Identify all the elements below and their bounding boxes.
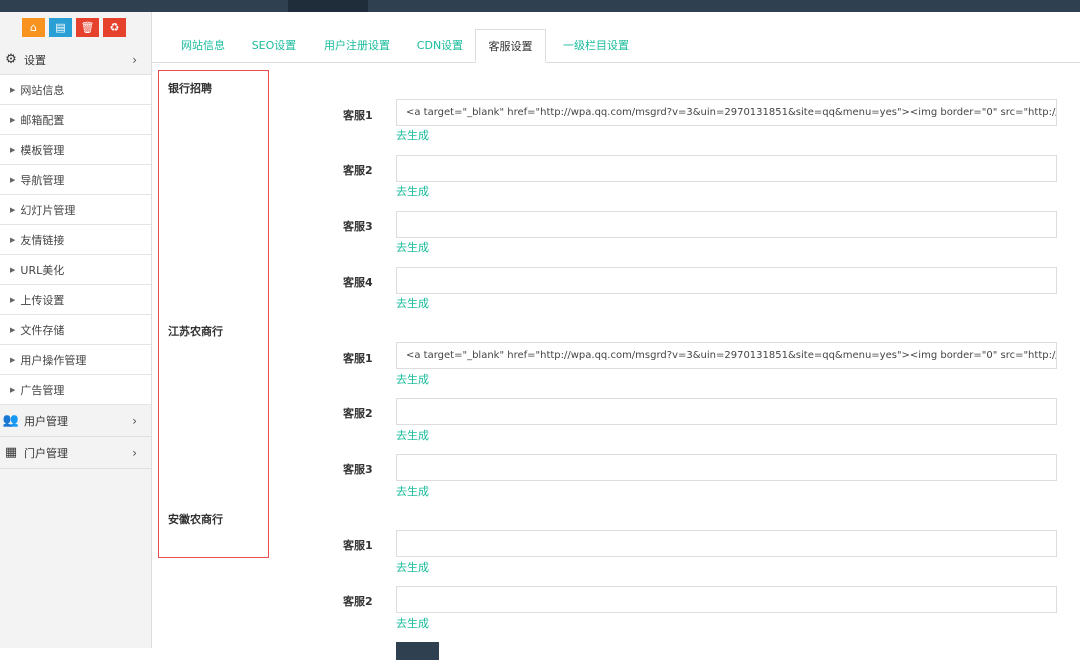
sidebar-item-mail-config[interactable]: ▶ 邮箱配置 <box>0 105 151 135</box>
sidebar-item-navigation[interactable]: ▶ 导航管理 <box>0 165 151 195</box>
sidebar-settings-label: 设置 <box>24 53 46 67</box>
service-code-input[interactable] <box>396 155 1057 182</box>
service-code-input[interactable] <box>396 530 1057 557</box>
generate-link[interactable]: 去生成 <box>396 295 429 311</box>
sidebar-portal-header[interactable]: ▦ 门户管理 › <box>0 437 151 469</box>
generate-link[interactable]: 去生成 <box>396 371 429 387</box>
caret-right-icon: ▶ <box>10 145 16 154</box>
field-label: 客服4 <box>343 276 373 289</box>
sidebar-item-friend-links[interactable]: ▶ 友情链接 <box>0 225 151 255</box>
tab-seo[interactable]: SEO设置 <box>246 29 302 63</box>
recycle-icon[interactable]: ♻ <box>103 18 126 37</box>
sidebar-item-label: URL美化 <box>20 263 65 277</box>
grid-icon: ▦ <box>4 445 18 460</box>
trash-icon[interactable]: 🗑 <box>76 18 99 37</box>
field-label: 客服1 <box>343 109 373 122</box>
caret-right-icon: ▶ <box>10 175 16 184</box>
group-title: 江苏农商行 <box>168 325 223 338</box>
field-label: 客服2 <box>343 164 373 177</box>
group-title: 银行招聘 <box>168 82 212 95</box>
sidebar-item-label: 邮箱配置 <box>20 113 65 127</box>
generate-link[interactable]: 去生成 <box>396 427 429 443</box>
caret-right-icon: ▶ <box>10 115 16 124</box>
sidebar-item-label: 友情链接 <box>20 233 65 247</box>
service-code-input[interactable]: <a target="_blank" href="http://wpa.qq.c… <box>396 99 1057 126</box>
tab-site-info[interactable]: 网站信息 <box>172 29 234 63</box>
sidebar-item-slideshow[interactable]: ▶ 幻灯片管理 <box>0 195 151 225</box>
highlight-box <box>158 70 269 558</box>
sidebar: ⌂ ▤ 🗑 ♻ ⚙ 设置 › ▶ 网站信息 ▶ 邮箱配置 ▶ 模板管理 ▶ 导航管理 ▶… <box>0 12 152 648</box>
sidebar-item-upload-settings[interactable]: ▶ 上传设置 <box>0 285 151 315</box>
caret-right-icon: ▶ <box>10 385 16 394</box>
gears-icon: ⚙ <box>5 52 17 67</box>
sidebar-settings-header[interactable]: ⚙ 设置 › <box>0 45 151 75</box>
settings-tabs: 网站信息 SEO设置 用户注册设置 CDN设置 客服设置 一级栏目设置 <box>152 29 1080 63</box>
sidebar-item-label: 导航管理 <box>20 173 65 187</box>
field-label: 客服1 <box>343 352 373 365</box>
sidebar-users-header[interactable]: 👥 用户管理 › <box>0 405 151 437</box>
top-nav-active-tab[interactable] <box>288 0 368 12</box>
generate-link[interactable]: 去生成 <box>396 559 429 575</box>
caret-right-icon: ▶ <box>10 205 16 214</box>
sidebar-portal-label: 门户管理 <box>24 446 68 460</box>
service-code-input[interactable] <box>396 267 1057 294</box>
main-content: 网站信息 SEO设置 用户注册设置 CDN设置 客服设置 一级栏目设置 银行招聘… <box>152 12 1080 660</box>
sidebar-item-label: 用户操作管理 <box>20 353 87 367</box>
field-label: 客服2 <box>343 407 373 420</box>
sidebar-item-file-storage[interactable]: ▶ 文件存储 <box>0 315 151 345</box>
field-label: 客服2 <box>343 595 373 608</box>
service-code-input[interactable]: <a target="_blank" href="http://wpa.qq.c… <box>396 342 1057 369</box>
top-navbar <box>0 0 1080 12</box>
caret-right-icon: ▶ <box>10 85 16 94</box>
sidebar-item-label: 广告管理 <box>20 383 65 397</box>
generate-link[interactable]: 去生成 <box>396 483 429 499</box>
sidebar-item-templates[interactable]: ▶ 模板管理 <box>0 135 151 165</box>
chevron-right-icon: › <box>132 52 137 67</box>
field-label: 客服1 <box>343 539 373 552</box>
users-icon: 👥 <box>2 413 20 428</box>
generate-link[interactable]: 去生成 <box>396 183 429 199</box>
caret-right-icon: ▶ <box>10 265 16 274</box>
field-label: 客服3 <box>343 220 373 233</box>
chevron-right-icon: › <box>132 413 137 428</box>
sidebar-users-label: 用户管理 <box>24 414 68 428</box>
service-code-input[interactable] <box>396 454 1057 481</box>
sidebar-item-label: 上传设置 <box>20 293 65 307</box>
group-title: 安徽农商行 <box>168 513 223 526</box>
chevron-right-icon: › <box>132 445 137 460</box>
sidebar-item-ads[interactable]: ▶ 广告管理 <box>0 375 151 405</box>
caret-right-icon: ▶ <box>10 295 16 304</box>
home-icon[interactable]: ⌂ <box>22 18 45 37</box>
field-label: 客服3 <box>343 463 373 476</box>
sidebar-item-label: 文件存储 <box>20 323 65 337</box>
caret-right-icon: ▶ <box>10 355 16 364</box>
caret-right-icon: ▶ <box>10 325 16 334</box>
sidebar-item-user-actions[interactable]: ▶ 用户操作管理 <box>0 345 151 375</box>
sidebar-item-label: 网站信息 <box>20 83 65 97</box>
service-code-input[interactable] <box>396 211 1057 238</box>
generate-link[interactable]: 去生成 <box>396 615 429 631</box>
save-button[interactable] <box>396 642 439 660</box>
generate-link[interactable]: 去生成 <box>396 239 429 255</box>
generate-link[interactable]: 去生成 <box>396 127 429 143</box>
sidebar-item-url-rewrite[interactable]: ▶ URL美化 <box>0 255 151 285</box>
sidebar-item-label: 幻灯片管理 <box>20 203 76 217</box>
tab-first-level-columns[interactable]: 一级栏目设置 <box>554 29 638 63</box>
service-code-input[interactable] <box>396 586 1057 613</box>
tab-user-registration[interactable]: 用户注册设置 <box>316 29 398 63</box>
caret-right-icon: ▶ <box>10 235 16 244</box>
sidebar-item-site-info[interactable]: ▶ 网站信息 <box>0 75 151 105</box>
sidebar-settings-submenu: ▶ 网站信息 ▶ 邮箱配置 ▶ 模板管理 ▶ 导航管理 ▶ 幻灯片管理 ▶ 友情链接 ▶ UR… <box>0 75 151 405</box>
tab-customer-service[interactable]: 客服设置 <box>475 29 546 63</box>
sidebar-item-label: 模板管理 <box>20 143 65 157</box>
service-code-input[interactable] <box>396 398 1057 425</box>
file-icon[interactable]: ▤ <box>49 18 72 37</box>
quick-icons-bar: ⌂ ▤ 🗑 ♻ <box>0 12 151 45</box>
tab-cdn[interactable]: CDN设置 <box>410 29 470 63</box>
